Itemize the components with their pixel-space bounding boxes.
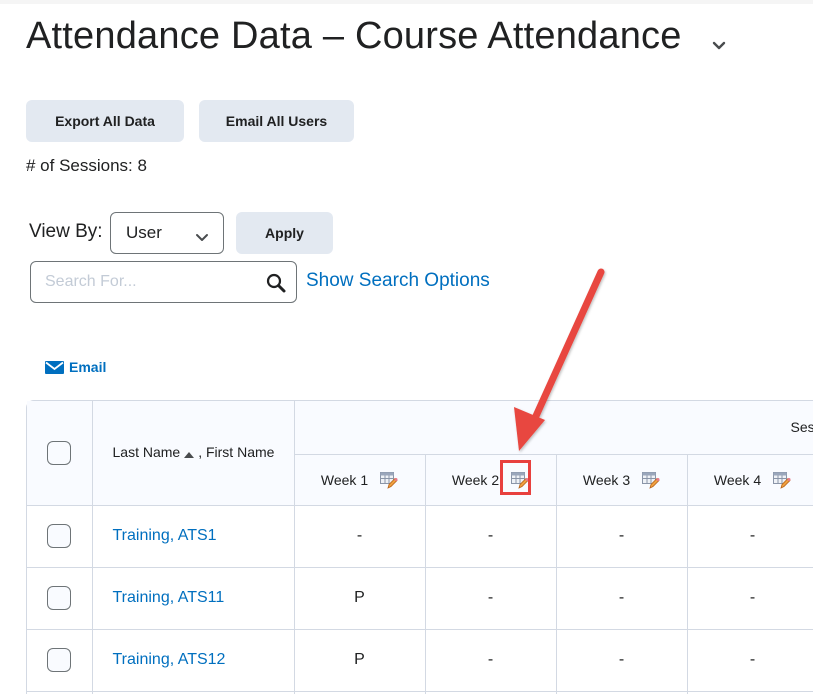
edit-attendance-icon[interactable] [380, 471, 398, 489]
attendance-grid: Last Name, First Name Ses Week 1 Week 2 … [26, 400, 813, 694]
top-strip [0, 0, 813, 4]
attendance-cell: - [687, 505, 813, 568]
row-checkbox[interactable] [47, 524, 72, 548]
attendance-cell: - [294, 505, 426, 568]
attendance-cell: - [425, 567, 557, 630]
view-by-select[interactable]: User [110, 212, 224, 254]
apply-button[interactable]: Apply [236, 212, 333, 254]
table-row: Training, ATS11 P - - - [27, 567, 813, 630]
search-icon[interactable] [265, 272, 287, 294]
row-checkbox[interactable] [47, 648, 72, 672]
attendance-cell: P [294, 629, 426, 692]
view-by-label: View By: [29, 221, 103, 242]
sessions-group-header: Ses [294, 401, 813, 455]
row-select-cell [27, 629, 93, 692]
email-action[interactable]: Email [45, 359, 106, 375]
name-cell: Training, ATS11 [92, 567, 295, 630]
table-row: Training, ATS12 P - - - [27, 629, 813, 692]
user-name-link[interactable]: Training, ATS12 [93, 651, 226, 668]
search-box [30, 261, 297, 303]
select-all-checkbox[interactable] [47, 440, 72, 465]
show-search-options-link[interactable]: Show Search Options [306, 270, 490, 292]
page-title: Attendance Data – Course Attendance [26, 15, 682, 57]
last-name-sort-link[interactable]: Last Name [113, 444, 181, 460]
attendance-cell: - [687, 567, 813, 630]
attendance-cell: - [425, 629, 557, 692]
week-header-label: Week 3 [582, 471, 631, 488]
email-action-label: Email [69, 359, 107, 375]
attendance-cell: - [687, 629, 813, 692]
attendance-cell: - [556, 629, 688, 692]
user-name-link[interactable]: Training, ATS1 [93, 527, 217, 544]
attendance-cell: - [425, 505, 557, 568]
edit-attendance-icon[interactable] [642, 471, 660, 489]
envelope-icon [45, 360, 64, 374]
attendance-cell: - [556, 567, 688, 630]
user-name-link[interactable]: Training, ATS11 [93, 589, 225, 606]
attendance-cell: P [294, 567, 426, 630]
search-input[interactable] [45, 272, 255, 292]
name-cell: Training, ATS12 [92, 629, 295, 692]
edit-attendance-icon[interactable] [773, 471, 791, 489]
week-header: Week 2 [425, 454, 557, 506]
sort-ascending-icon [184, 445, 195, 461]
week-header: Week 4 [687, 454, 813, 506]
week-header-label: Week 1 [320, 471, 369, 488]
week-header-label: Week 4 [713, 471, 762, 488]
table-row: Training, ATS1 - - - - [27, 505, 813, 568]
email-all-users-button[interactable]: Email All Users [199, 100, 354, 142]
week-header: Week 3 [556, 454, 688, 506]
week-header-label: Week 2 [451, 471, 500, 488]
name-cell: Training, ATS1 [92, 505, 295, 568]
title-row: Attendance Data – Course Attendance [26, 12, 728, 60]
chevron-down-icon [195, 227, 209, 247]
first-name-sort-link[interactable]: , First Name [198, 444, 274, 460]
chevron-down-icon[interactable] [710, 36, 728, 54]
edit-attendance-icon[interactable] [511, 471, 529, 489]
sessions-count: # of Sessions: 8 [26, 156, 147, 175]
sessions-group-label: Ses [790, 419, 813, 436]
week-header: Week 1 [294, 454, 426, 506]
attendance-cell: - [556, 505, 688, 568]
select-all-cell [27, 401, 93, 506]
view-by-selected-value: User [126, 223, 162, 242]
row-checkbox[interactable] [47, 586, 72, 610]
export-all-data-button[interactable]: Export All Data [26, 100, 184, 142]
name-column-header[interactable]: Last Name , First Name [92, 401, 295, 506]
row-select-cell [27, 505, 93, 568]
row-select-cell [27, 567, 93, 630]
